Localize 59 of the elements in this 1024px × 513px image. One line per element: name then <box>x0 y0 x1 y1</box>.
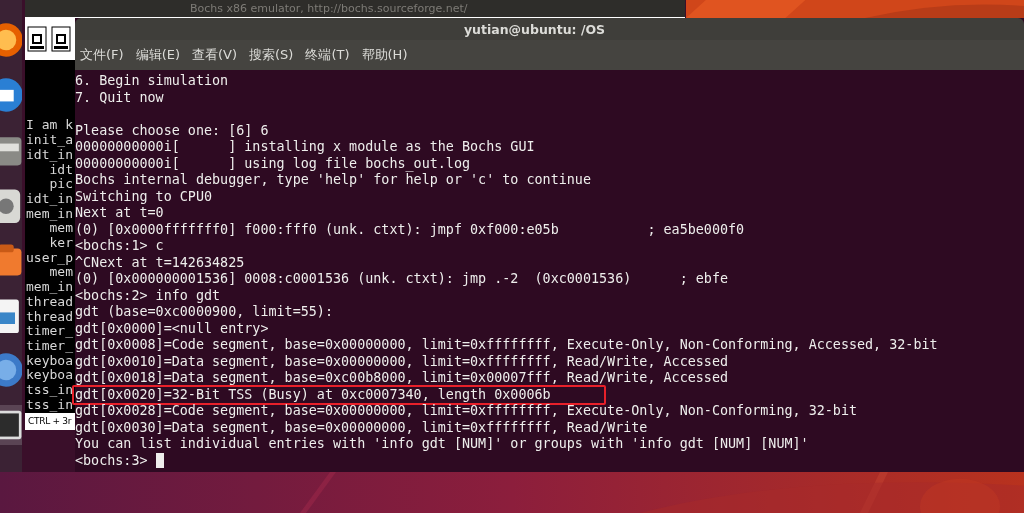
console-line: mem <box>49 221 73 237</box>
console-line: idt_in <box>26 191 73 207</box>
terminal-line: You can list individual entries with 'info gdt [NUM]' or groups with 'info gdt [NUM] [NUM]' <box>75 436 809 453</box>
console-line: thread <box>26 294 73 310</box>
dock-item[interactable] <box>0 405 22 445</box>
console-line: tss_in <box>26 397 73 413</box>
floppy-icon[interactable] <box>51 25 71 52</box>
terminal-line: gdt[0x0008]=Code segment, base=0x00000000, limit=0xffffffff, Execute-Only, Non-Conforming, Accessed, 32-bit <box>75 337 938 354</box>
console-line: idt <box>49 162 73 178</box>
terminal-line: Bochs internal debugger, type 'help' for help or 'c' to continue <box>75 172 591 189</box>
menu-item[interactable]: 查看(V) <box>192 44 238 66</box>
window-title: yutian@ubuntu: /OS <box>463 21 606 37</box>
console-line: user_p <box>26 250 73 266</box>
console-line: keyboa <box>26 368 73 384</box>
console-line: mem_in <box>26 206 73 222</box>
menu-item[interactable]: 文件(F) <box>80 44 124 66</box>
terminal-line: 7. Quit now <box>75 89 164 106</box>
terminal-line: Next at t=0 <box>75 205 164 222</box>
dock-item[interactable] <box>0 75 22 115</box>
floppy-icon[interactable] <box>27 25 47 52</box>
terminal-line: 00000000000i[ ] using log file bochs_out.log <box>75 155 471 172</box>
terminal-line: gdt (base=0xc0000900, limit=55): <box>75 304 333 321</box>
terminal-line: Please choose one: [6] 6 <box>75 122 269 139</box>
prompt: <bochs:3> <box>75 452 148 469</box>
terminal-line: gdt[0x0010]=Data segment, base=0x00000000, limit=0xffffffff, Read/Write, Accessed <box>75 353 728 370</box>
console-line: mem <box>49 265 73 281</box>
console-line: I am k <box>26 118 73 134</box>
terminal-line: gdt[0x0028]=Code segment, base=0x00000000, limit=0xffffffff, Execute-Only, Non-Conforming, 32-bit <box>75 403 857 420</box>
console-line: timer_ <box>26 324 73 339</box>
terminal-line: 6. Begin simulation <box>75 73 229 90</box>
menu-item[interactable]: 帮助(H) <box>361 44 408 66</box>
console-line: timer_ <box>26 339 73 354</box>
terminal-line: Switching to CPU0 <box>75 188 213 205</box>
window-title: Bochs x86 emulator, http://bochs.sourceforge.net/ <box>190 2 468 16</box>
terminal-line: (0) [0x000000001536] 0008:c0001536 (unk. ctxt): jmp .-2 (0xc0001536) ; ebfe <box>75 271 728 288</box>
terminal-line: ^CNext at t=142634825 <box>75 254 245 271</box>
status-text: CTRL + 3r <box>28 416 72 427</box>
dock-item[interactable] <box>0 350 22 390</box>
terminal-line: gdt[0x0030]=Data segment, base=0x00000000, limit=0xffffffff, Read/Write <box>75 419 648 436</box>
terminal-line: <bochs:2> info gdt <box>75 287 221 304</box>
terminal-line: gdt[0x0018]=Data segment, base=0xc00b8000, limit=0x00007fff, Read/Write, Accessed <box>75 370 728 387</box>
terminal-line: 00000000000i[ ] installing x module as the Bochs GUI <box>75 139 535 156</box>
text-cursor <box>155 453 164 469</box>
console-line: ker <box>48 236 73 251</box>
console-line: keyboa <box>26 353 73 369</box>
terminal-line: gdt[0x0000]=<null entry> <box>75 320 269 337</box>
terminal-line: <bochs:1> c <box>75 238 164 255</box>
console-line: idt_in <box>26 147 73 163</box>
terminal-line: (0) [0x0000fffffff0] f000:fff0 (unk. ctxt): jmpf 0xf000:e05b ; ea5be000f0 <box>75 221 745 238</box>
console-line: init_a <box>26 133 73 148</box>
menu-item[interactable]: 搜索(S) <box>249 44 294 66</box>
console-line: tss_in <box>26 383 73 398</box>
console-line: pic <box>48 177 73 192</box>
menu-item[interactable]: 编辑(E) <box>135 44 180 66</box>
terminal-line: gdt[0x0020]=32-Bit TSS (Busy) at 0xc0007340, length 0x0006b <box>75 386 551 403</box>
menu-item[interactable]: 终端(T) <box>305 44 350 66</box>
console-line: thread <box>26 309 73 325</box>
console-line: mem_in <box>26 280 73 295</box>
dock-item[interactable] <box>0 20 22 60</box>
